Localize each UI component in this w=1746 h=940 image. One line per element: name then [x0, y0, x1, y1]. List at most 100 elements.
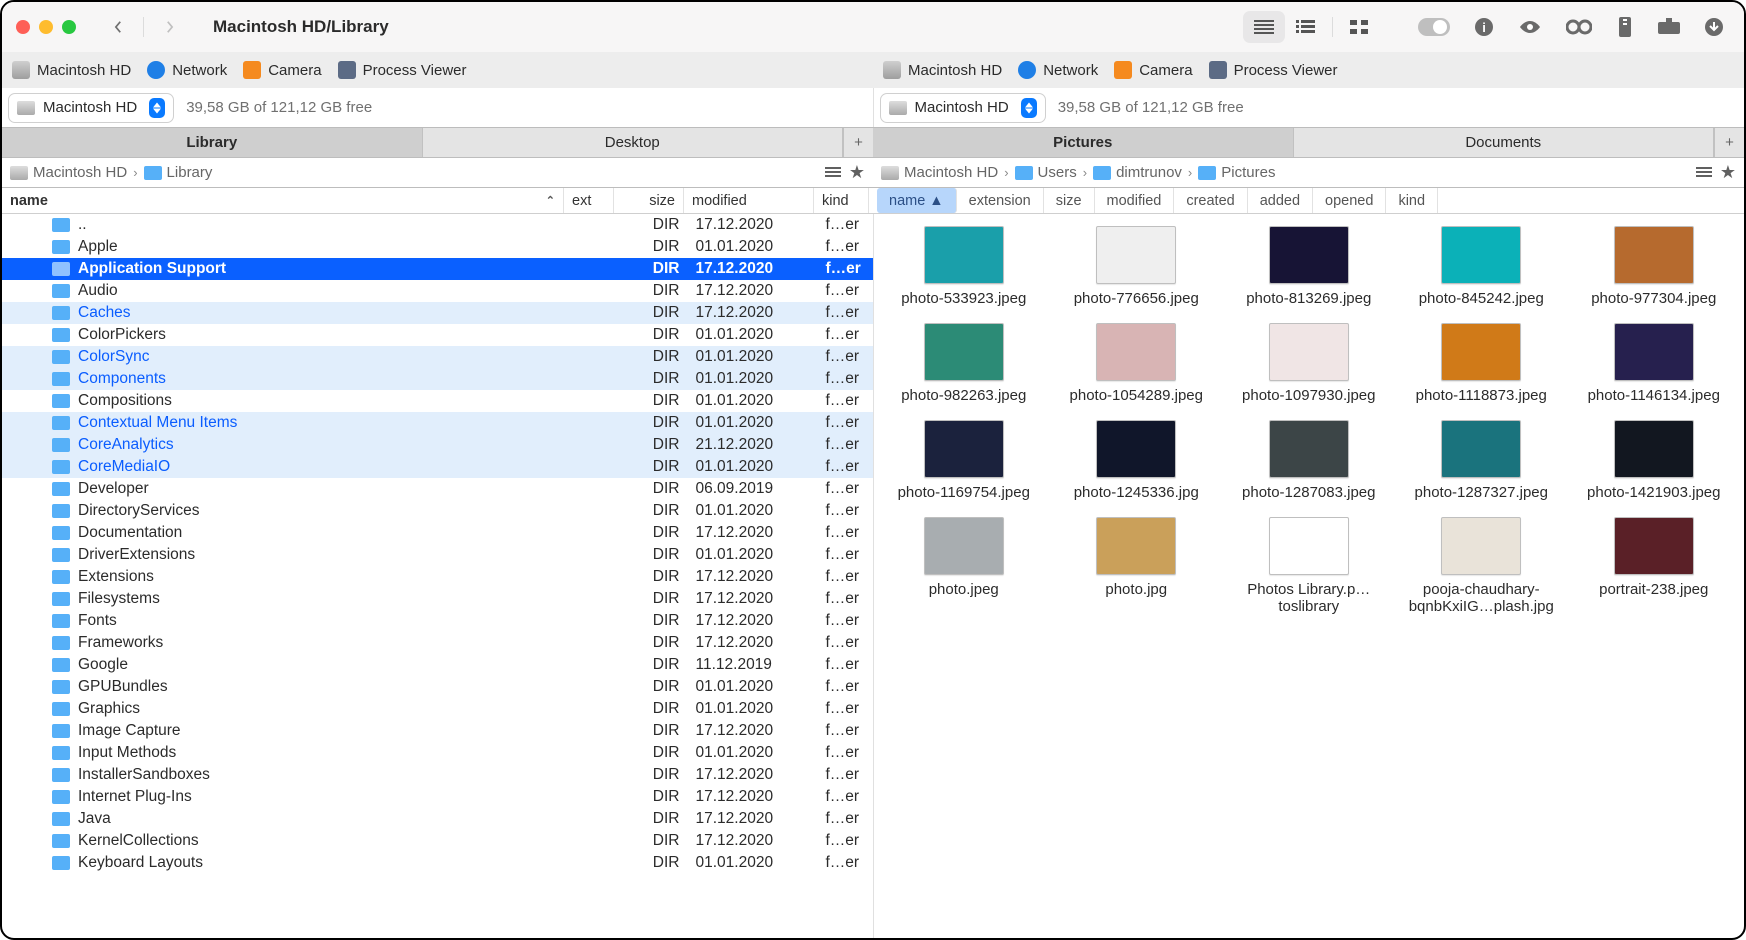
col-size[interactable]: size — [614, 188, 684, 213]
col-name[interactable]: name⌃ — [2, 188, 564, 213]
breadcrumb-library[interactable]: Library — [144, 164, 213, 181]
favorite-item-process-viewer[interactable]: Process Viewer — [1209, 61, 1338, 79]
left-pane[interactable]: ..DIR17.12.2020f…erAppleDIR01.01.2020f…e… — [2, 214, 874, 938]
list-row[interactable]: ColorSyncDIR01.01.2020f…er — [2, 346, 873, 368]
favorite-item-macintosh-hd[interactable]: Macintosh HD — [883, 61, 1002, 79]
tab-desktop[interactable]: Desktop — [423, 128, 844, 157]
list-row[interactable]: FontsDIR17.12.2020f…er — [2, 610, 873, 632]
favorite-item-camera[interactable]: Camera — [1114, 61, 1192, 79]
list-row[interactable]: DirectoryServicesDIR01.01.2020f…er — [2, 500, 873, 522]
list-row[interactable]: GPUBundlesDIR01.01.2020f…er — [2, 676, 873, 698]
list-row[interactable]: Internet Plug-InsDIR17.12.2020f…er — [2, 786, 873, 808]
col-modified[interactable]: modified — [684, 188, 814, 213]
list-row[interactable]: CachesDIR17.12.2020f…er — [2, 302, 873, 324]
icon-item[interactable]: photo-1118873.jpeg — [1397, 323, 1566, 404]
list-row[interactable]: AppleDIR01.01.2020f…er — [2, 236, 873, 258]
icon-item[interactable]: photo.jpeg — [880, 517, 1049, 615]
icon-item[interactable]: photo-1146134.jpeg — [1570, 323, 1739, 404]
icon-item[interactable]: photo-776656.jpeg — [1052, 226, 1221, 307]
icon-item[interactable]: photo-845242.jpeg — [1397, 226, 1566, 307]
list-row[interactable]: GoogleDIR11.12.2019f…er — [2, 654, 873, 676]
list-row[interactable]: Image CaptureDIR17.12.2020f…er — [2, 720, 873, 742]
icon-col-extension[interactable]: extension — [957, 188, 1044, 213]
list-row[interactable]: GraphicsDIR01.01.2020f…er — [2, 698, 873, 720]
icon-col-opened[interactable]: opened — [1313, 188, 1386, 213]
list-row[interactable]: ..DIR17.12.2020f…er — [2, 214, 873, 236]
favorite-item-network[interactable]: Network — [1018, 61, 1098, 79]
icon-col-added[interactable]: added — [1248, 188, 1313, 213]
archive-button[interactable] — [1616, 17, 1634, 37]
breadcrumb-macintosh-hd[interactable]: Macintosh HD — [881, 164, 998, 181]
tab-documents[interactable]: Documents — [1294, 128, 1715, 157]
breadcrumb-users[interactable]: Users — [1015, 164, 1077, 181]
list-row[interactable]: CompositionsDIR01.01.2020f…er — [2, 390, 873, 412]
list-row[interactable]: Application SupportDIR17.12.2020f…er — [2, 258, 873, 280]
favorite-item-camera[interactable]: Camera — [243, 61, 321, 79]
mini-list-icon[interactable] — [825, 167, 841, 179]
icon-item[interactable]: photo-1097930.jpeg — [1225, 323, 1394, 404]
fullscreen-window-button[interactable] — [62, 20, 76, 34]
view-grid-button[interactable] — [1338, 11, 1380, 43]
icon-col-kind[interactable]: kind — [1386, 188, 1438, 213]
icon-item[interactable]: Photos Library.p…toslibrary — [1225, 517, 1394, 615]
breadcrumb-pictures[interactable]: Pictures — [1198, 164, 1275, 181]
volume-selector-left[interactable]: Macintosh HD — [8, 93, 174, 123]
icon-col-modified[interactable]: modified — [1095, 188, 1175, 213]
info-button[interactable]: i — [1474, 17, 1494, 37]
icon-item[interactable]: photo-982263.jpeg — [880, 323, 1049, 404]
favorite-item-process-viewer[interactable]: Process Viewer — [338, 61, 467, 79]
list-row[interactable]: DeveloperDIR06.09.2019f…er — [2, 478, 873, 500]
icon-item[interactable]: photo-1245336.jpg — [1052, 420, 1221, 501]
right-pane[interactable]: photo-533923.jpegphoto-776656.jpegphoto-… — [874, 214, 1745, 938]
list-row[interactable]: FilesystemsDIR17.12.2020f…er — [2, 588, 873, 610]
col-kind[interactable]: kind — [814, 188, 869, 213]
volume-selector-right[interactable]: Macintosh HD — [880, 93, 1046, 123]
icon-item[interactable]: photo-977304.jpeg — [1570, 226, 1739, 307]
list-row[interactable]: Keyboard LayoutsDIR01.01.2020f…er — [2, 852, 873, 874]
star-icon[interactable]: ★ — [1720, 162, 1736, 183]
breadcrumb-dimtrunov[interactable]: dimtrunov — [1093, 164, 1182, 181]
icon-item[interactable]: photo-1287083.jpeg — [1225, 420, 1394, 501]
icon-col-size[interactable]: size — [1044, 188, 1095, 213]
icon-item[interactable]: photo-1287327.jpeg — [1397, 420, 1566, 501]
list-row[interactable]: Input MethodsDIR01.01.2020f…er — [2, 742, 873, 764]
list-row[interactable]: ColorPickersDIR01.01.2020f…er — [2, 324, 873, 346]
list-row[interactable]: FrameworksDIR17.12.2020f…er — [2, 632, 873, 654]
icon-col-created[interactable]: created — [1174, 188, 1247, 213]
download-button[interactable] — [1704, 17, 1724, 37]
col-ext[interactable]: ext — [564, 188, 614, 213]
list-row[interactable]: DriverExtensionsDIR01.01.2020f…er — [2, 544, 873, 566]
share-button[interactable] — [1658, 18, 1680, 36]
list-row[interactable]: CoreMediaIODIR01.01.2020f…er — [2, 456, 873, 478]
list-row[interactable]: Contextual Menu ItemsDIR01.01.2020f…er — [2, 412, 873, 434]
icon-item[interactable]: photo-813269.jpeg — [1225, 226, 1394, 307]
tab-pictures[interactable]: Pictures — [873, 128, 1294, 157]
list-row[interactable]: ComponentsDIR01.01.2020f…er — [2, 368, 873, 390]
tab-library[interactable]: Library — [2, 128, 423, 157]
minimize-window-button[interactable] — [39, 20, 53, 34]
close-window-button[interactable] — [16, 20, 30, 34]
nav-forward-button[interactable] — [149, 12, 189, 42]
nav-back-button[interactable] — [98, 12, 138, 42]
hidden-files-toggle[interactable] — [1418, 18, 1450, 36]
list-row[interactable]: DocumentationDIR17.12.2020f…er — [2, 522, 873, 544]
icon-item[interactable]: portrait-238.jpeg — [1570, 517, 1739, 615]
find-button[interactable] — [1566, 19, 1592, 35]
icon-item[interactable]: photo.jpg — [1052, 517, 1221, 615]
mini-list-icon[interactable] — [1696, 167, 1712, 179]
list-row[interactable]: ExtensionsDIR17.12.2020f…er — [2, 566, 873, 588]
list-row[interactable]: InstallerSandboxesDIR17.12.2020f…er — [2, 764, 873, 786]
icon-item[interactable]: pooja-chaudhary-bqnbKxiIG…plash.jpg — [1397, 517, 1566, 615]
icon-item[interactable]: photo-1169754.jpeg — [880, 420, 1049, 501]
icon-item[interactable]: photo-1054289.jpeg — [1052, 323, 1221, 404]
new-tab-button[interactable]: + — [843, 128, 873, 157]
list-row[interactable]: KernelCollectionsDIR17.12.2020f…er — [2, 830, 873, 852]
new-tab-button[interactable]: + — [1714, 128, 1744, 157]
icon-item[interactable]: photo-533923.jpeg — [880, 226, 1049, 307]
icon-item[interactable]: photo-1421903.jpeg — [1570, 420, 1739, 501]
favorite-item-network[interactable]: Network — [147, 61, 227, 79]
icon-col-name[interactable]: name ▲ — [877, 188, 957, 213]
star-icon[interactable]: ★ — [849, 162, 865, 183]
list-row[interactable]: JavaDIR17.12.2020f…er — [2, 808, 873, 830]
breadcrumb-macintosh-hd[interactable]: Macintosh HD — [10, 164, 127, 181]
